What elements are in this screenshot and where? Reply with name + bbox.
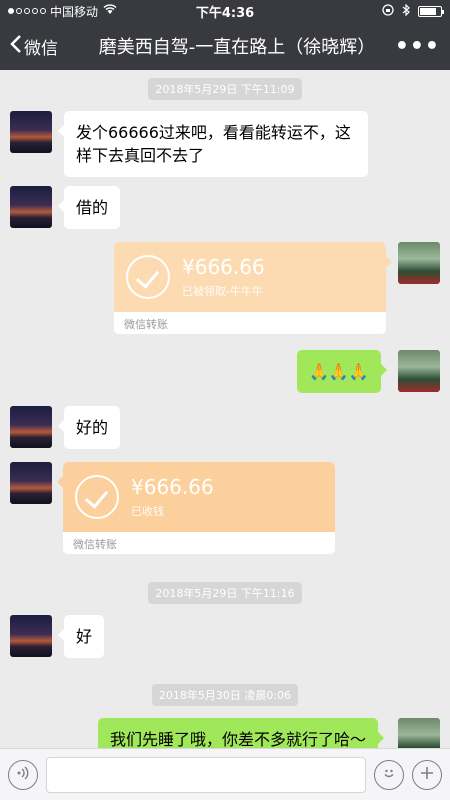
transfer-amount: ¥666.66 [182,255,265,279]
avatar[interactable] [10,615,52,657]
message-bubble-received[interactable]: 好 [57,615,105,658]
transfer-amount: ¥666.66 [131,475,214,499]
avatar[interactable] [10,186,52,228]
message-bubble-received[interactable]: 借的 [57,186,121,229]
wifi-icon [103,4,117,18]
timestamp: 2018年5月30日 凌晨0:06 [0,684,450,706]
message-list[interactable]: 2018年5月29日 下午11:09 发个66666过来吧，看看能转运不，这样下… [0,70,450,748]
avatar[interactable] [10,462,52,504]
more-functions-button[interactable] [412,759,442,790]
message-input[interactable] [46,756,366,793]
check-icon [126,255,170,299]
avatar[interactable] [398,718,440,748]
emoji-button[interactable] [374,759,404,790]
timestamp: 2018年5月29日 下午11:16 [0,582,450,604]
timestamp: 2018年5月29日 下午11:09 [0,78,450,100]
check-icon [75,475,119,519]
emoji-icon [381,765,397,785]
avatar[interactable] [10,406,52,448]
chevron-left-icon [10,34,22,59]
status-bar: 中国移动 下午4:36 [0,0,450,22]
signal-icon [8,8,46,14]
transfer-footer: 微信转账 [63,532,335,554]
avatar[interactable] [398,242,440,284]
message-bubble-received[interactable]: 发个66666过来吧，看看能转运不，这样下去真回不去了 [58,111,368,177]
back-label: 微信 [24,38,58,59]
transfer-status: 已被领取-牛牛牛 [182,285,263,298]
chat-header: 微信 磨美西自驾-一直在路上（徐晓辉） ••• [0,22,450,70]
plus-icon [419,765,435,785]
battery-icon [418,5,444,17]
transfer-card-received[interactable]: ¥666.66 已收钱 微信转账 [57,462,335,554]
message-bubble-sent[interactable]: 🙏🙏🙏 [297,350,387,393]
rotation-lock-icon [382,3,394,19]
back-button[interactable]: 微信 [10,34,58,59]
input-bar [0,748,450,800]
top-bar: 中国移动 下午4:36 微信 磨美西自驾-一直在路上（徐晓辉） ••• [0,0,450,70]
carrier-label: 中国移动 [50,4,99,19]
chat-title: 磨美西自驾-一直在路上（徐晓辉） [98,37,376,58]
more-button[interactable]: ••• [395,34,440,59]
message-bubble-received[interactable]: 好的 [57,406,121,449]
avatar[interactable] [10,111,52,153]
voice-icon [16,765,30,784]
transfer-status: 已收钱 [131,505,164,518]
message-bubble-sent[interactable]: 我们先睡了哦，你差不多就行了哈～ [98,718,385,748]
transfer-footer: 微信转账 [114,312,386,334]
voice-button[interactable] [8,759,38,790]
bluetooth-icon [402,3,410,19]
transfer-card-sent[interactable]: ¥666.66 已被领取-牛牛牛 微信转账 [114,242,392,334]
avatar[interactable] [398,350,440,392]
